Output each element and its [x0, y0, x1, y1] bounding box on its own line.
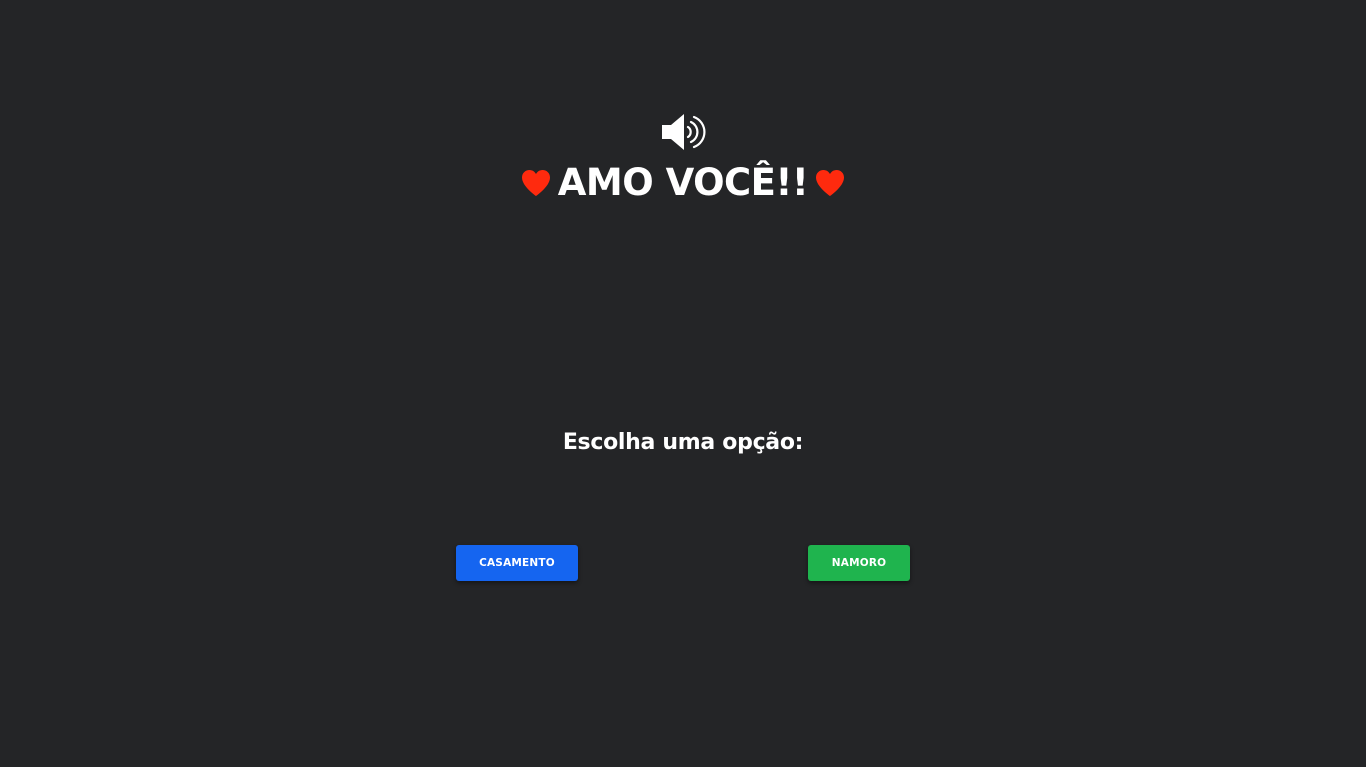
page-title: AMO VOCÊ!! [557, 161, 809, 204]
heart-icon [521, 169, 551, 197]
namoro-button[interactable]: NAMORO [808, 545, 910, 581]
heart-icon [815, 169, 845, 197]
title-row: AMO VOCÊ!! [0, 158, 1366, 208]
casamento-button[interactable]: CASAMENTO [456, 545, 578, 581]
choose-option-prompt: Escolha uma opção: [562, 430, 804, 455]
speaker-volume-icon[interactable] [660, 112, 706, 152]
page: AMO VOCÊ!! Escolha uma opção: CASAMENTO … [0, 0, 1366, 767]
